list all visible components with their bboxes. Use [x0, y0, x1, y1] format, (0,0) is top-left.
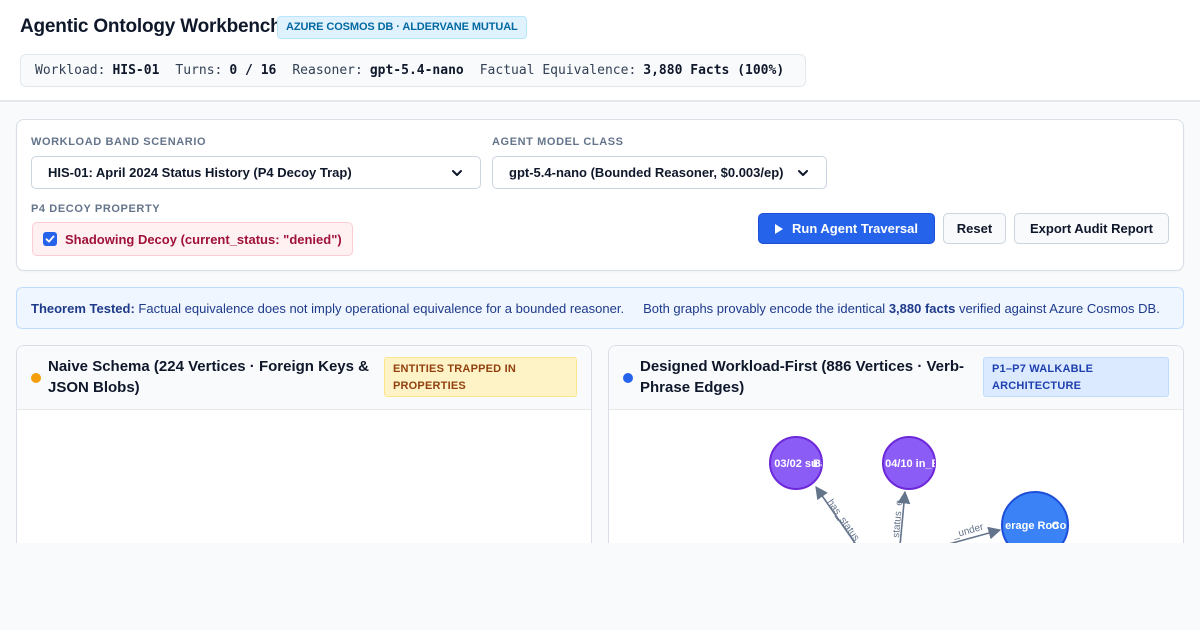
status-node[interactable]: 03/02 su Ba: [769, 436, 828, 490]
database-badge: AZURE COSMOS DB · ALDERVANE MUTUAL: [277, 16, 527, 39]
designed-title-line: Designed Workload-First (886 Vertices · …: [640, 358, 964, 375]
stat-equivalence-label: Factual Equivalence:: [479, 63, 637, 78]
controls-card: WORKLOAD BAND SCENARIO HIS-01: April 202…: [16, 119, 1184, 271]
theorem-banner: Theorem Tested: Factual equivalence does…: [16, 287, 1184, 329]
export-audit-button[interactable]: Export Audit Report: [1014, 213, 1169, 244]
designed-title-line: Phrase Edges): [640, 379, 745, 396]
scenario-select-value: HIS-01: April 2024 Status History (P4 De…: [48, 165, 352, 180]
node-label: 03/02 su: [774, 458, 817, 470]
check-icon: [45, 235, 55, 243]
designed-schema-panel: Designed Workload-First (886 Vertices · …: [608, 345, 1184, 555]
app-header: Agentic Ontology Workbench AZURE COSMOS …: [0, 0, 1200, 102]
naive-title-line: Naive Schema (224 Vertices · Foreign Key…: [48, 358, 369, 375]
naive-badge-line: PROPERTIES: [393, 380, 466, 392]
theorem-text: Factual equivalence does not imply opera…: [138, 300, 625, 316]
model-select-value: gpt-5.4-nano (Bounded Reasoner, $0.003/e…: [509, 165, 784, 180]
decoy-toggle[interactable]: Shadowing Decoy (current_status: "denied…: [32, 222, 353, 256]
stat-equivalence-value: 3,880 Facts (100%): [643, 63, 785, 78]
chevron-down-icon: [452, 169, 462, 176]
app-title: Agentic Ontology Workbench: [20, 16, 282, 37]
stat-turns-label: Turns:: [175, 63, 223, 78]
designed-panel-header: Designed Workload-First (886 Vertices · …: [609, 346, 1183, 410]
scenario-label: WORKLOAD BAND SCENARIO: [31, 136, 207, 148]
model-select[interactable]: gpt-5.4-nano (Bounded Reasoner, $0.003/e…: [492, 156, 827, 189]
play-icon: [775, 223, 784, 234]
designed-badge-line: ARCHITECTURE: [992, 380, 1082, 392]
designed-panel-title: Designed Workload-First (886 Vertices · …: [640, 356, 964, 398]
page-footer-area: [0, 543, 1200, 630]
naive-badge-line: ENTITIES TRAPPED IN: [393, 363, 516, 375]
stat-reasoner-label: Reasoner:: [292, 63, 363, 78]
naive-schema-panel: Naive Schema (224 Vertices · Foreign Key…: [16, 345, 592, 555]
node-label: Co: [1052, 520, 1067, 532]
stat-turns-value: 0 / 16: [229, 63, 277, 78]
decoy-label: P4 DECOY PROPERTY: [31, 203, 161, 215]
designed-status-dot: [623, 373, 633, 383]
naive-title-line: JSON Blobs): [48, 379, 140, 396]
stats-bar: Workload: HIS-01 Turns: 0 / 16 Reasoner: gp…: [20, 54, 806, 87]
naive-panel-badge: ENTITIES TRAPPED IN PROPERTIES: [384, 357, 577, 397]
reset-button[interactable]: Reset: [943, 213, 1006, 244]
chevron-down-icon: [798, 169, 808, 176]
decoy-text: Shadowing Decoy (current_status: "denied…: [65, 231, 342, 247]
stat-reasoner-value: gpt-5.4-nano: [369, 63, 464, 78]
scenario-select[interactable]: HIS-01: April 2024 Status History (P4 De…: [31, 156, 481, 189]
designed-badge-line: P1–P7 WALKABLE: [992, 363, 1094, 375]
naive-panel-title: Naive Schema (224 Vertices · Foreign Key…: [48, 356, 369, 398]
node-label: Ba: [813, 458, 828, 470]
status-node[interactable]: 04/10 in_E: [882, 436, 939, 490]
naive-status-dot: [31, 373, 41, 383]
designed-graph-canvas[interactable]: has_status_ev status_e _under 03/02 su B…: [609, 410, 1184, 555]
model-label: AGENT MODEL CLASS: [492, 136, 624, 148]
theorem-text-3: verified against Azure Cosmos DB.: [958, 300, 1160, 316]
theorem-text-2: Both graphs provably encode the identica…: [643, 300, 886, 316]
theorem-lead: Theorem Tested:: [31, 300, 135, 316]
naive-graph-canvas[interactable]: [17, 410, 591, 554]
node-label: 04/10 in_E: [885, 458, 939, 470]
run-traversal-label: Run Agent Traversal: [792, 221, 918, 236]
decoy-checkbox[interactable]: [43, 232, 57, 246]
stat-workload-value: HIS-01: [112, 63, 160, 78]
theorem-facts: 3,880 facts: [888, 300, 956, 316]
naive-panel-header: Naive Schema (224 Vertices · Foreign Key…: [17, 346, 591, 410]
run-traversal-button[interactable]: Run Agent Traversal: [758, 213, 935, 244]
designed-panel-badge: P1–P7 WALKABLE ARCHITECTURE: [983, 357, 1169, 397]
edge-label: status_e: [891, 499, 905, 538]
stat-workload-label: Workload:: [35, 63, 106, 78]
